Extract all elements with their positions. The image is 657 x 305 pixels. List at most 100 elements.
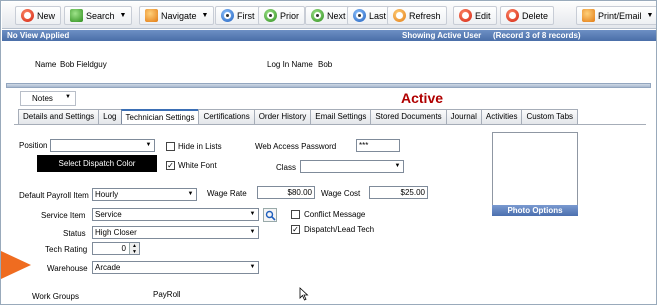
notes-label: Notes [32, 94, 53, 103]
navigate-label: Navigate [161, 10, 197, 21]
delete-button[interactable]: Delete [500, 6, 555, 25]
last-button[interactable]: Last [347, 6, 393, 25]
tech-rating-value: 0 [121, 244, 126, 253]
name-value: Bob Fieldguy [60, 60, 107, 69]
navigate-icon [145, 9, 158, 22]
login-label: Log In Name [267, 60, 313, 69]
first-label: First [237, 10, 255, 21]
dispatch-lead-checkbox[interactable]: ✓ [291, 225, 300, 234]
status-select[interactable]: High Closer ▼ [92, 226, 259, 239]
web-password-label: Web Access Password [255, 142, 337, 151]
chevron-down-icon: ▼ [646, 12, 654, 19]
tab-email-settings[interactable]: Email Settings [310, 109, 372, 124]
select-dispatch-color-button[interactable]: Select Dispatch Color [37, 155, 157, 172]
tab-strip: Details and Settings Log Technician Sett… [18, 109, 579, 124]
service-item-select[interactable]: Service ▼ [92, 208, 259, 221]
edit-icon [459, 9, 472, 22]
navigate-button[interactable]: Navigate ▼ [139, 6, 215, 25]
payroll-item-value: Hourly [95, 190, 119, 199]
status-label: Status [63, 229, 86, 238]
chevron-down-icon: ▼ [394, 163, 401, 169]
chevron-down-icon: ▼ [201, 12, 209, 19]
delete-label: Delete [522, 10, 549, 21]
wage-rate-value: $80.00 [287, 188, 312, 197]
work-groups-label: Work Groups [32, 292, 79, 301]
print-icon [582, 9, 595, 22]
tab-journal[interactable]: Journal [445, 109, 482, 124]
hide-in-lists-checkbox[interactable] [166, 142, 175, 151]
web-password-field[interactable]: *** [356, 139, 400, 152]
white-font-label: White Font [178, 161, 217, 170]
refresh-button[interactable]: Refresh [387, 6, 447, 25]
prior-icon [264, 9, 277, 22]
view-status: No View Applied [7, 31, 70, 40]
tab-custom-tabs[interactable]: Custom Tabs [521, 109, 579, 124]
next-icon [311, 9, 324, 22]
next-button[interactable]: Next [305, 6, 352, 25]
conflict-message-checkbox[interactable] [291, 210, 300, 219]
wage-cost-value: $25.00 [400, 188, 425, 197]
tab-log[interactable]: Log [98, 109, 122, 124]
next-label: Next [327, 10, 346, 21]
white-font-checkbox[interactable]: ✓ [166, 161, 175, 170]
search-toolbar-icon [70, 9, 83, 22]
tab-stored-documents[interactable]: Stored Documents [370, 109, 447, 124]
chevron-down-icon: ▼ [65, 94, 71, 100]
app-window: New Search ▼ Navigate ▼ First Prior Next… [0, 0, 657, 305]
notes-dropdown[interactable]: Notes ▼ [20, 91, 76, 106]
search-button[interactable]: Search ▼ [64, 6, 133, 25]
mouse-cursor-icon [299, 287, 309, 301]
new-button[interactable]: New [15, 6, 62, 25]
conflict-message-label: Conflict Message [304, 210, 366, 219]
tab-order-history[interactable]: Order History [253, 109, 312, 124]
search-label: Search [86, 10, 115, 21]
status-value: High Closer [95, 228, 137, 237]
service-item-value: Service [95, 210, 122, 219]
tab-activities[interactable]: Activities [480, 109, 523, 124]
service-item-label: Service Item [41, 211, 86, 220]
hide-in-lists-label: Hide in Lists [178, 142, 222, 151]
first-button[interactable]: First [215, 6, 261, 25]
payroll-item-label: Default Payroll Item [19, 191, 89, 200]
login-value: Bob [318, 60, 333, 69]
edit-button[interactable]: Edit [453, 6, 497, 25]
last-icon [353, 9, 366, 22]
refresh-label: Refresh [409, 10, 441, 21]
photo-frame[interactable] [492, 132, 578, 206]
class-label: Class [276, 163, 297, 172]
showing-status: Showing Active User [402, 31, 482, 40]
position-select[interactable]: ▼ [50, 139, 155, 152]
payroll-item-select[interactable]: Hourly ▼ [92, 188, 197, 201]
web-password-value: *** [359, 141, 369, 150]
class-select[interactable]: ▼ [300, 160, 404, 173]
wage-cost-label: Wage Cost [321, 189, 361, 198]
dispatch-lead-label: Dispatch/Lead Tech [304, 225, 375, 234]
spinner-icon[interactable]: ▲ ▼ [129, 243, 139, 254]
print-email-button[interactable]: Print/Email ▼ [576, 6, 656, 25]
tab-details-and-settings[interactable]: Details and Settings [18, 109, 100, 124]
splitter-bar[interactable] [6, 83, 651, 88]
warehouse-select[interactable]: Arcade ▼ [92, 261, 259, 274]
wage-cost-field[interactable]: $25.00 [369, 186, 428, 199]
chevron-down-icon: ▼ [249, 211, 256, 217]
header-info: Name Bob Fieldguy Log In Name Bob [2, 42, 656, 82]
print-label: Print/Email [598, 10, 642, 21]
search-icon[interactable] [263, 208, 277, 222]
status-bar: No View Applied Showing Active User (Rec… [2, 30, 656, 41]
tab-technician-settings[interactable]: Technician Settings [120, 109, 200, 124]
prior-button[interactable]: Prior [258, 6, 306, 25]
status-badge: Active [401, 90, 444, 106]
photo-options-button[interactable]: Photo Options [492, 205, 578, 216]
tech-rating-field[interactable]: 0 ▲ ▼ [92, 242, 140, 255]
tab-certifications[interactable]: Certifications [198, 109, 255, 124]
position-label: Position [19, 141, 48, 150]
new-icon [21, 9, 34, 22]
toolbar: New Search ▼ Navigate ▼ First Prior Next… [2, 2, 656, 29]
record-count: (Record 3 of 8 records) [493, 31, 581, 40]
edit-label: Edit [475, 10, 491, 21]
wage-rate-field[interactable]: $80.00 [257, 186, 315, 199]
chevron-down-icon: ▼ [249, 264, 256, 270]
warehouse-label: Warehouse [47, 264, 88, 273]
chevron-down-icon: ▼ [119, 12, 127, 19]
last-label: Last [369, 10, 387, 21]
